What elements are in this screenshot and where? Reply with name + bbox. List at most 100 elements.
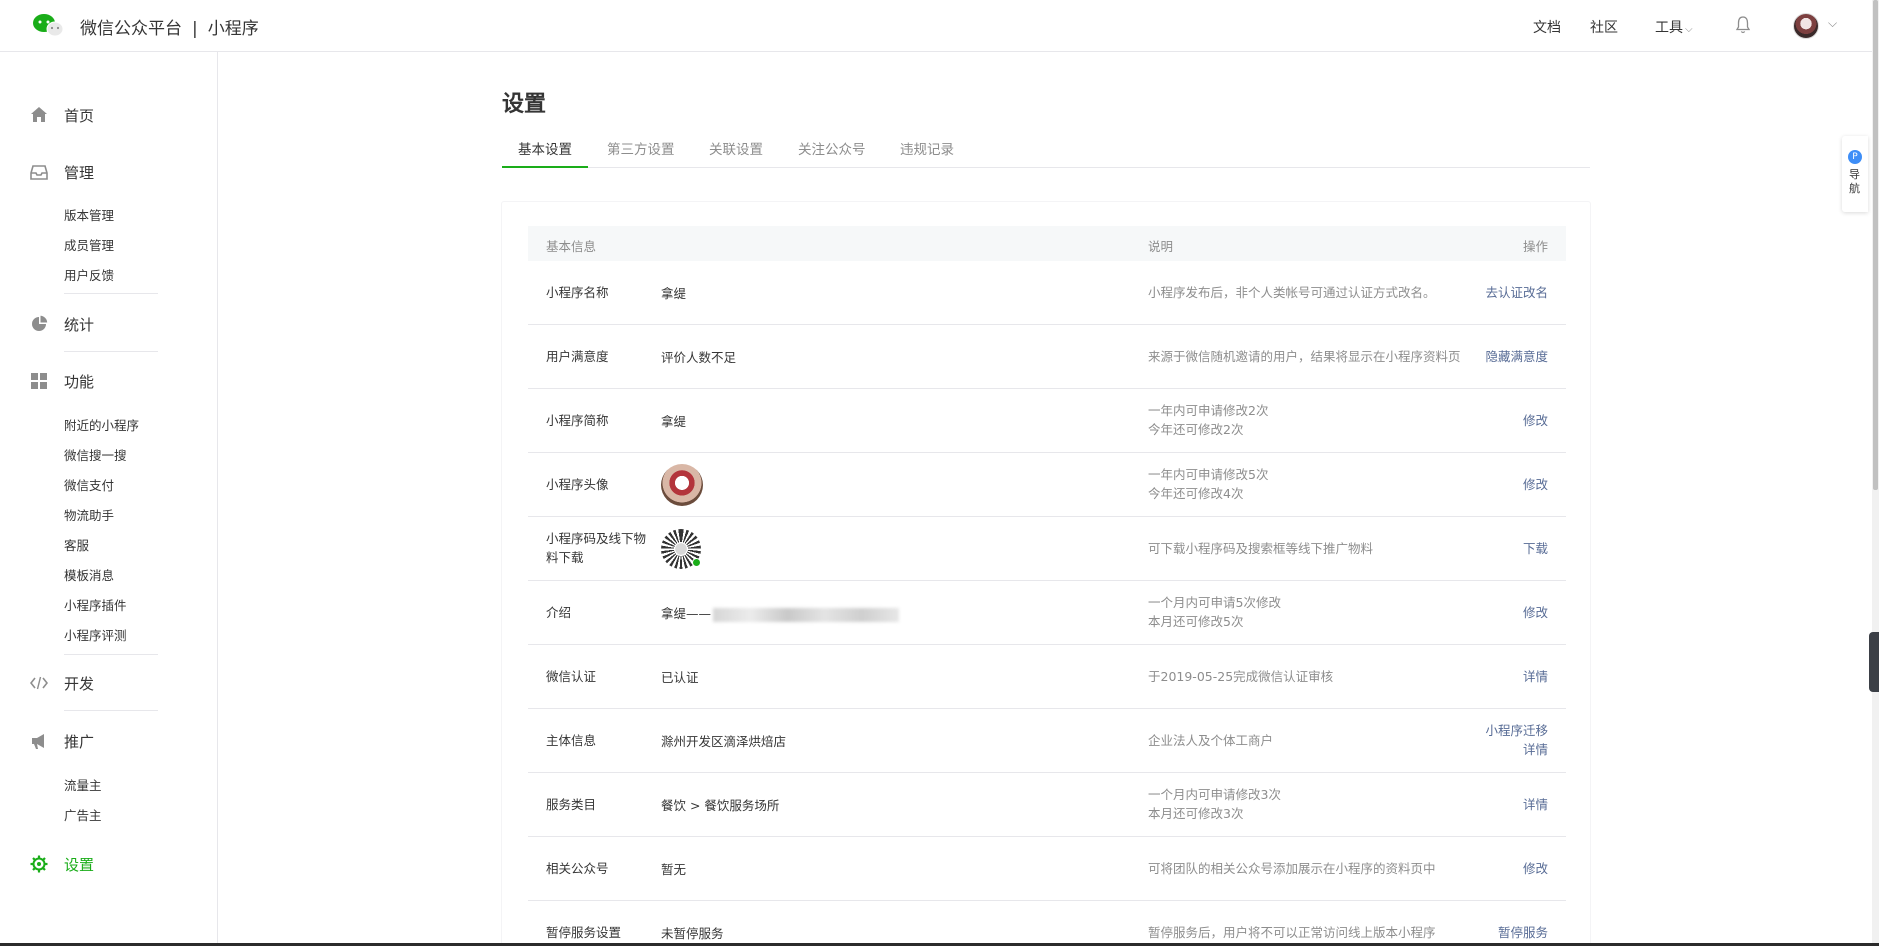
desc-line: 本月还可修改3次	[1148, 806, 1244, 821]
megaphone-icon	[30, 732, 48, 750]
details-link[interactable]: 详情	[1523, 667, 1548, 686]
floating-nav-button[interactable]: P 导航	[1842, 136, 1868, 212]
sidebar-item-advertiser[interactable]: 广告主	[64, 805, 102, 824]
details-link[interactable]: 详情	[1523, 742, 1548, 757]
migrate-link[interactable]: 小程序迁移	[1485, 723, 1548, 738]
sidebar-item-traffic[interactable]: 流量主	[64, 775, 102, 794]
row-description: 暂停服务后，用户将不可以正常访问线上版本小程序	[1148, 925, 1436, 940]
row-description: 小程序发布后，非个人类帐号可通过认证方式改名。	[1148, 285, 1436, 300]
sidebar-item-pay[interactable]: 微信支付	[64, 475, 114, 494]
download-link[interactable]: 下载	[1523, 539, 1548, 558]
chevron-down-icon[interactable]: ⌵	[1828, 16, 1837, 31]
intro-text: 拿缇——	[661, 606, 712, 621]
sidebar-item-logistics[interactable]: 物流助手	[64, 505, 114, 524]
sidebar-divider	[64, 351, 158, 352]
sidebar-item-members[interactable]: 成员管理	[64, 235, 114, 254]
page-scrollbar[interactable]	[1872, 0, 1879, 946]
table-row: 用户满意度 评价人数不足 来源于微信随机邀请的用户，结果将显示在小程序资料页 隐…	[528, 325, 1566, 389]
row-value: 拿缇——	[661, 603, 900, 622]
brand-separator: |	[192, 19, 198, 39]
row-value: 拿缇	[661, 286, 687, 301]
sidebar-item-service[interactable]: 客服	[64, 535, 89, 554]
row-description: 来源于微信随机邀请的用户，结果将显示在小程序资料页	[1148, 349, 1461, 364]
table-row: 小程序简称 拿缇 一年内可申请修改2次 今年还可修改2次 修改	[528, 389, 1566, 453]
sidebar-item-label: 推广	[64, 732, 95, 751]
row-description: 一个月内可申请修改3次 本月还可修改3次	[1148, 785, 1468, 823]
sidebar	[0, 52, 218, 946]
edit-link[interactable]: 修改	[1523, 603, 1548, 622]
row-operations: 小程序迁移详情	[1485, 721, 1548, 759]
gear-icon	[30, 855, 48, 873]
sidebar-item-settings[interactable]: 设置	[30, 852, 94, 876]
table-header: 基本信息 说明 操作	[528, 226, 1566, 261]
table-row: 暂停服务设置 未暂停服务 暂停服务后，用户将不可以正常访问线上版本小程序 暂停服…	[528, 901, 1566, 946]
pause-service-link[interactable]: 暂停服务	[1498, 923, 1548, 942]
sidebar-item-manage[interactable]: 管理	[30, 160, 94, 184]
desc-line: 本月还可修改5次	[1148, 614, 1244, 629]
side-drawer-handle[interactable]	[1869, 632, 1879, 692]
table-row: 相关公众号 暂无 可将团队的相关公众号添加展示在小程序的资料页中 修改	[528, 837, 1566, 901]
row-label: 介绍	[546, 605, 572, 620]
verify-rename-link[interactable]: 去认证改名	[1485, 283, 1548, 302]
sidebar-item-dev[interactable]: 开发	[30, 671, 94, 695]
row-label: 小程序头像	[546, 477, 609, 492]
row-value: 已认证	[661, 670, 699, 685]
header-operation: 操作	[1522, 239, 1548, 254]
basic-info-panel: 基本信息 说明 操作 小程序名称 拿缇 小程序发布后，非个人类帐号可通过认证方式…	[502, 202, 1590, 946]
sidebar-item-stats[interactable]: 统计	[30, 312, 94, 336]
sidebar-item-version[interactable]: 版本管理	[64, 205, 114, 224]
nav-tools-menu[interactable]: 工具 ⌵	[1655, 17, 1693, 37]
table-row: 服务类目 餐饮 > 餐饮服务场所 一个月内可申请修改3次 本月还可修改3次 详情	[528, 773, 1566, 837]
nav-tools-label: 工具	[1655, 20, 1683, 36]
header-description: 说明	[1148, 239, 1174, 254]
details-link[interactable]: 详情	[1523, 795, 1548, 814]
row-description: 可下载小程序码及搜索框等线下推广物料	[1148, 541, 1374, 556]
row-description: 一年内可申请修改5次 今年还可修改4次	[1148, 465, 1468, 503]
edit-link[interactable]: 修改	[1523, 859, 1548, 878]
nav-badge-icon: P	[1848, 150, 1862, 164]
row-value: 滁州开发区滴泽烘焙店	[661, 734, 787, 749]
sidebar-item-evaluation[interactable]: 小程序评测	[64, 625, 127, 644]
row-description: 一年内可申请修改2次 今年还可修改2次	[1148, 401, 1468, 439]
edit-link[interactable]: 修改	[1523, 411, 1548, 430]
sidebar-item-home[interactable]: 首页	[30, 103, 94, 127]
row-label: 用户满意度	[546, 349, 609, 364]
bell-icon[interactable]	[1735, 15, 1751, 35]
sidebar-item-template[interactable]: 模板消息	[64, 565, 114, 584]
sidebar-item-promote[interactable]: 推广	[30, 729, 94, 753]
tab-violations[interactable]: 违规记录	[900, 138, 954, 168]
brand-title[interactable]: 微信公众平台 | 小程序	[80, 14, 259, 39]
product-name: 小程序	[207, 19, 259, 39]
nav-community-link[interactable]: 社区	[1590, 17, 1618, 37]
sidebar-item-feedback[interactable]: 用户反馈	[64, 265, 114, 284]
row-description: 一个月内可申请5次修改 本月还可修改5次	[1148, 593, 1468, 631]
tab-follow-account[interactable]: 关注公众号	[798, 138, 866, 168]
row-label: 小程序简称	[546, 413, 609, 428]
wechat-logo-icon[interactable]	[32, 12, 64, 38]
tab-linked-settings[interactable]: 关联设置	[709, 138, 763, 168]
tab-third-party[interactable]: 第三方设置	[607, 138, 675, 168]
sidebar-item-features[interactable]: 功能	[30, 369, 94, 393]
sidebar-divider	[64, 654, 158, 655]
page-title: 设置	[502, 92, 547, 117]
hide-satisfaction-link[interactable]: 隐藏满意度	[1485, 347, 1548, 366]
sidebar-item-nearby[interactable]: 附近的小程序	[64, 415, 139, 434]
floating-nav-label: 导航	[1849, 168, 1860, 195]
desc-line: 一个月内可申请5次修改	[1148, 595, 1281, 610]
mini-program-code-icon	[661, 529, 701, 569]
user-avatar[interactable]	[1793, 13, 1819, 39]
top-header: 微信公众平台 | 小程序 文档 社区 工具 ⌵ ⌵	[0, 0, 1879, 52]
desc-line: 一年内可申请修改5次	[1148, 467, 1269, 482]
tab-basic-settings[interactable]: 基本设置	[502, 138, 588, 168]
sidebar-item-plugin[interactable]: 小程序插件	[64, 595, 127, 614]
scrollbar-thumb[interactable]	[1873, 0, 1878, 490]
home-icon	[30, 106, 48, 124]
edit-link[interactable]: 修改	[1523, 475, 1548, 494]
sidebar-item-label: 开发	[64, 674, 95, 693]
sidebar-item-search[interactable]: 微信搜一搜	[64, 445, 127, 464]
row-value: 餐饮 > 餐饮服务场所	[661, 798, 780, 813]
verified-dot-icon	[692, 558, 701, 567]
row-value: 评价人数不足	[661, 350, 737, 365]
code-icon	[30, 674, 48, 692]
nav-docs-link[interactable]: 文档	[1533, 17, 1561, 37]
